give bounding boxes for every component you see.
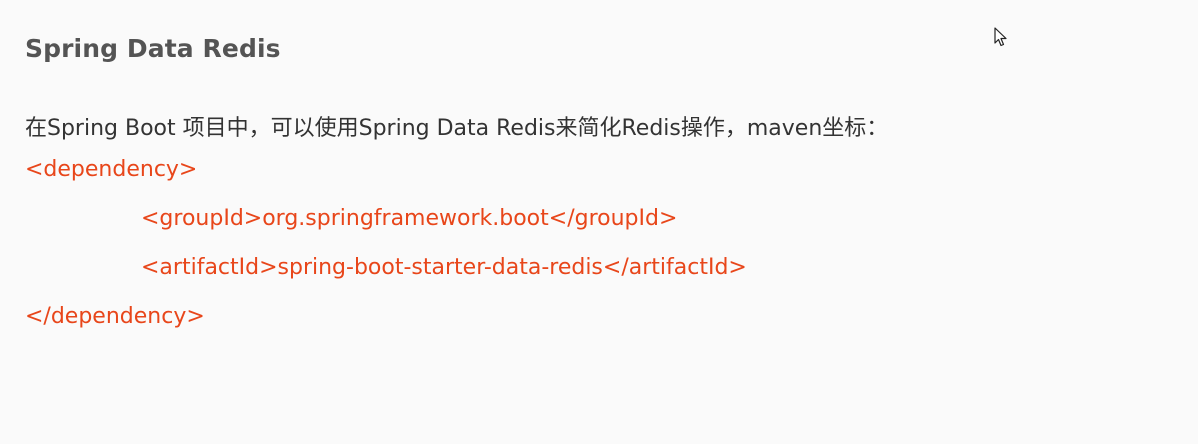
slide-canvas: Spring Data Redis 在Spring Boot 项目中，可以使用S… xyxy=(0,0,1198,444)
code-line-artifact-id: <artifactId>spring-boot-starter-data-red… xyxy=(141,255,747,280)
code-line-dependency-close: </dependency> xyxy=(25,304,205,329)
mouse-pointer-icon xyxy=(994,27,1007,47)
intro-text: 在Spring Boot 项目中，可以使用Spring Data Redis来简… xyxy=(25,116,889,141)
slide-title: Spring Data Redis xyxy=(25,34,281,63)
code-line-dependency-open: <dependency> xyxy=(25,157,198,182)
code-line-group-id: <groupId>org.springframework.boot</group… xyxy=(141,206,678,231)
